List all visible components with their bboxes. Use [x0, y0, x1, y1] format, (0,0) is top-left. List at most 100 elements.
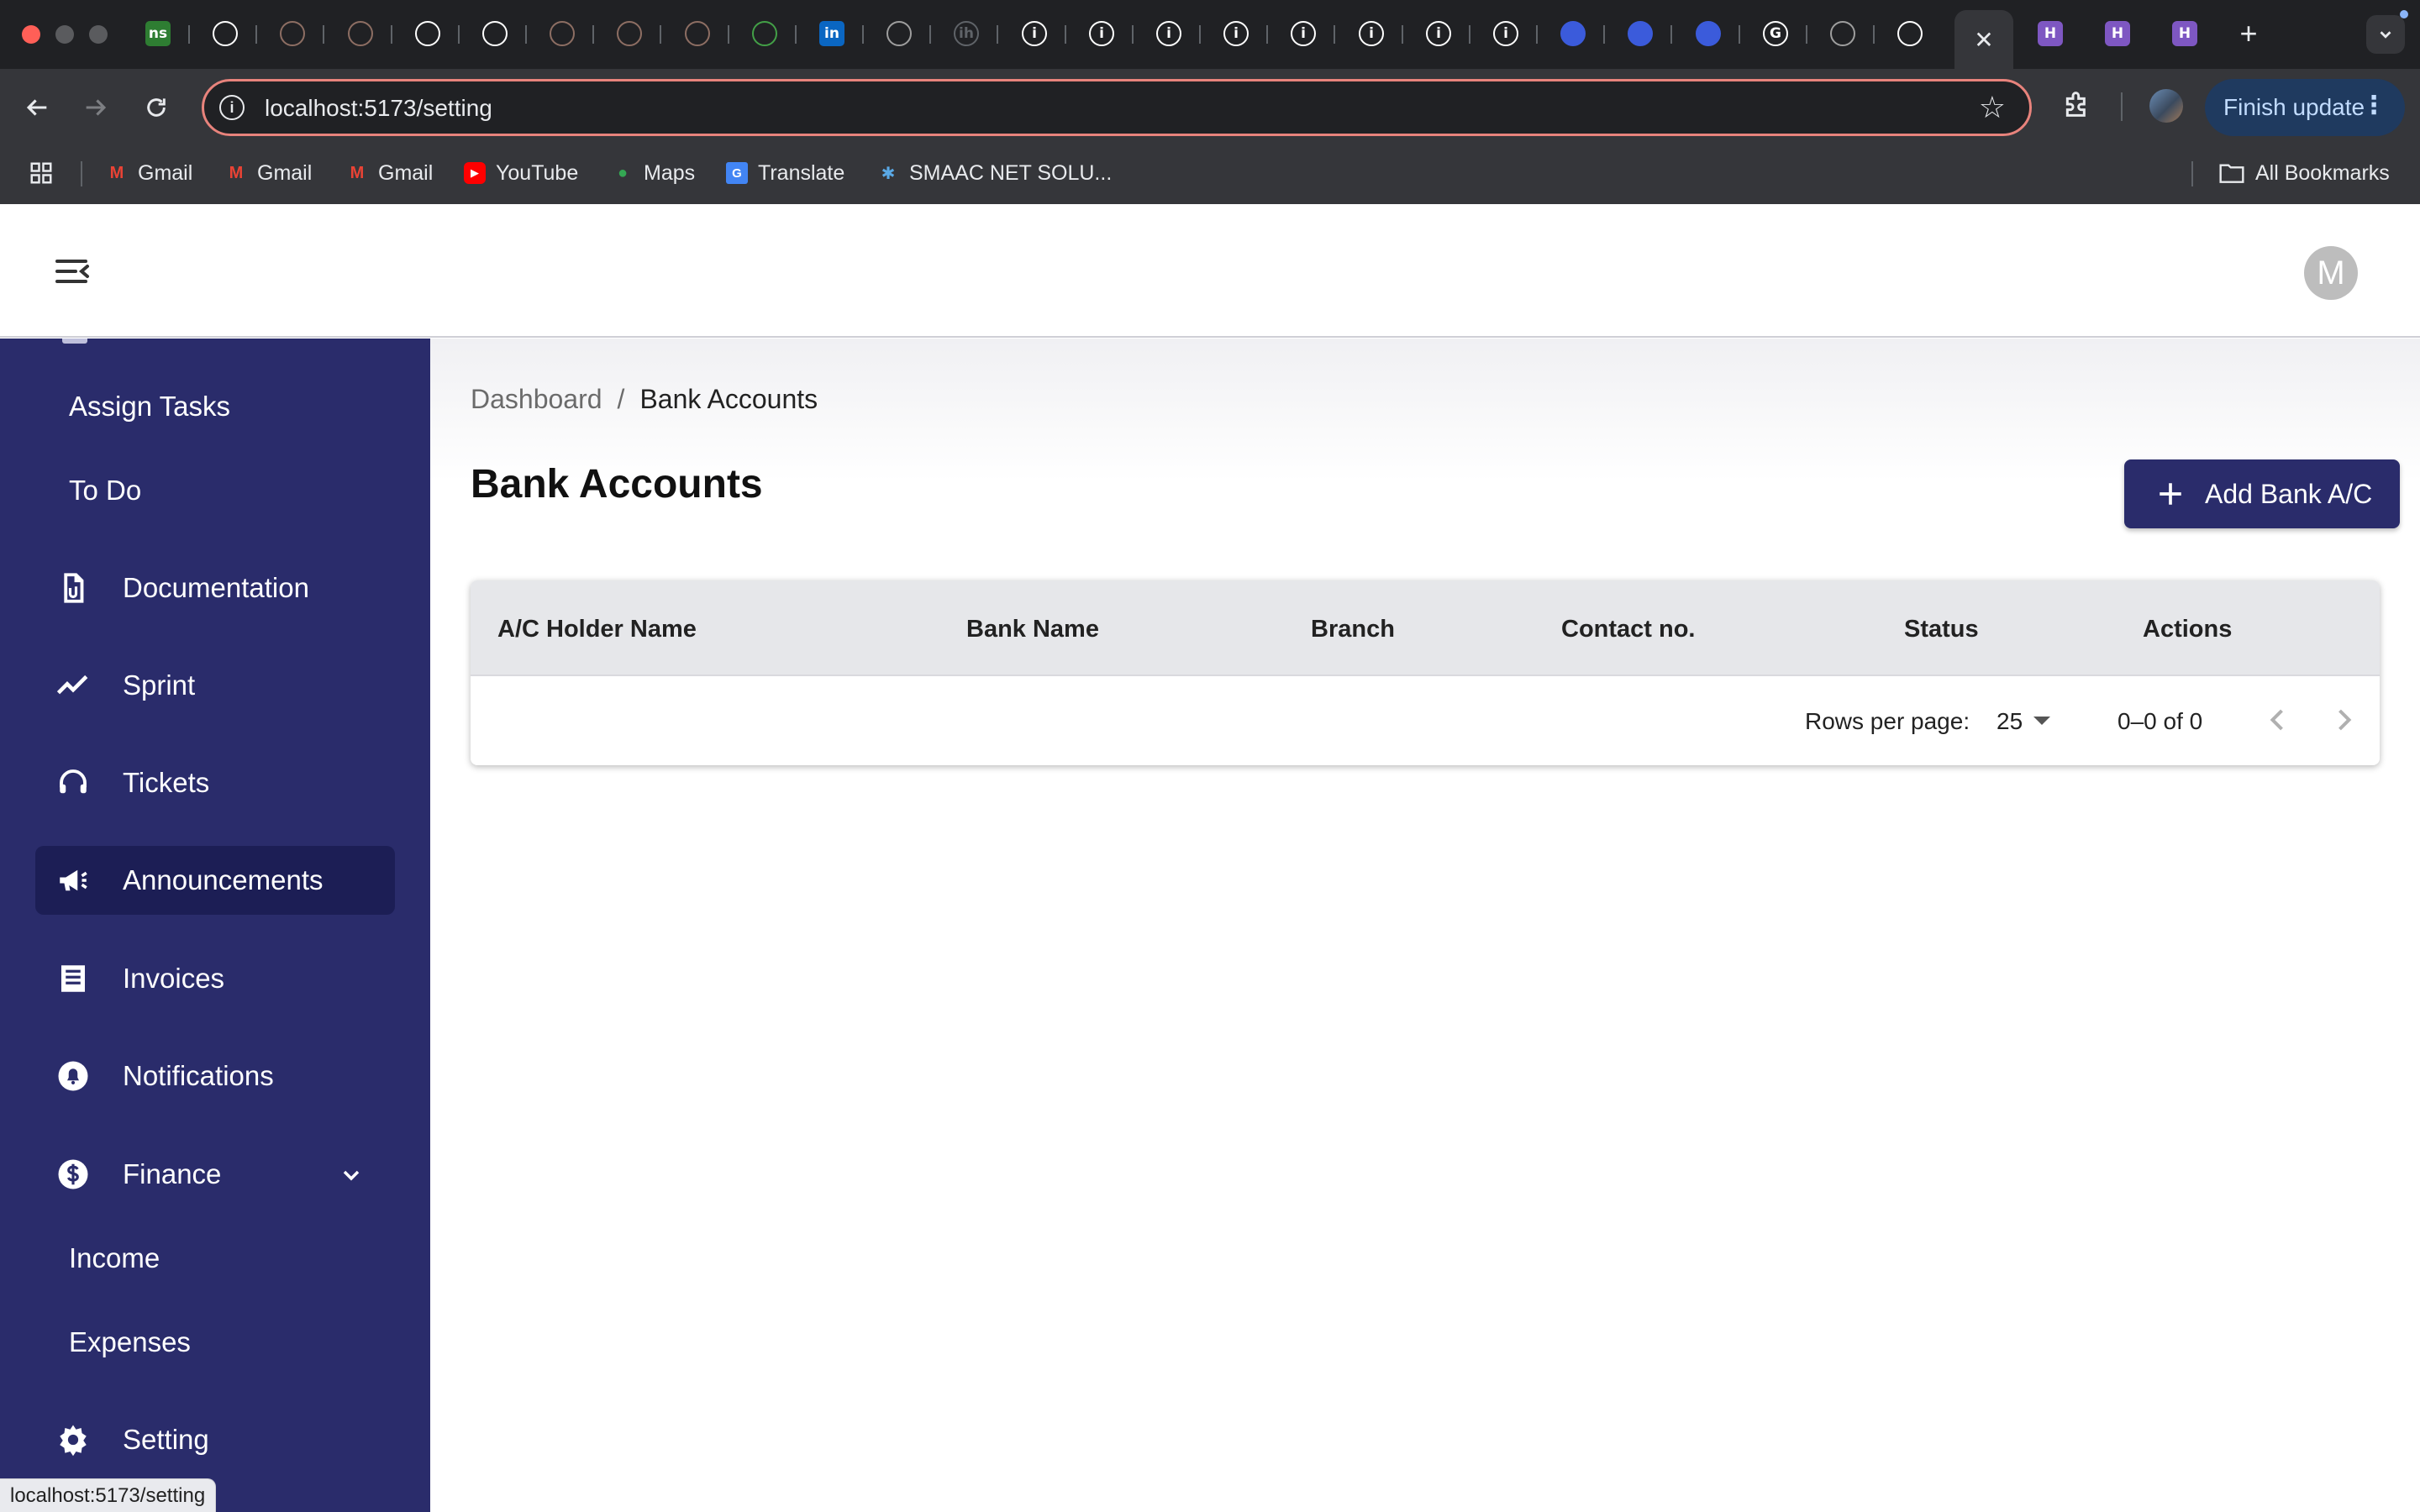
browser-tab[interactable]: i [1083, 15, 1120, 52]
browser-tab[interactable] [342, 15, 379, 52]
all-bookmarks-button[interactable]: All Bookmarks [2218, 158, 2390, 188]
browser-tab[interactable]: H [2032, 15, 2069, 52]
browser-tab[interactable] [881, 15, 918, 52]
bookmark-star-icon[interactable]: ☆ [1979, 90, 2006, 125]
browser-tab[interactable]: i [1353, 15, 1390, 52]
browser-tab[interactable] [1622, 15, 1659, 52]
rows-per-page-select[interactable]: 25 [1996, 708, 2023, 735]
browser-tab[interactable] [746, 15, 783, 52]
browser-tab[interactable] [679, 15, 716, 52]
minimize-window-button[interactable] [55, 25, 74, 44]
browser-tab[interactable]: H [2099, 15, 2136, 52]
browser-tab[interactable]: H [2166, 15, 2203, 52]
sidebar-item-notifications[interactable]: Notifications [35, 1042, 395, 1110]
column-header[interactable]: A/C Holder Name [497, 616, 697, 643]
browser-tab[interactable]: i [1285, 15, 1322, 52]
active-tab[interactable]: ✕ [1954, 10, 2013, 69]
browser-tab[interactable] [274, 15, 311, 52]
sidebar-subitem[interactable]: Income [69, 1242, 160, 1274]
sidebar-item-finance[interactable]: Finance [35, 1140, 395, 1209]
bookmark-label: Gmail [257, 160, 313, 185]
tab-divider [1469, 25, 1470, 44]
bookmark-item[interactable]: G Translate [726, 158, 844, 188]
tab-divider [1065, 25, 1066, 44]
column-header[interactable]: Contact no. [1561, 616, 1696, 643]
extensions-icon[interactable] [2060, 87, 2097, 124]
apps-grid-icon[interactable] [29, 158, 54, 188]
maximize-window-button[interactable] [89, 25, 108, 44]
avatar[interactable]: M [2304, 246, 2358, 300]
info-icon: i [1291, 21, 1316, 46]
column-header[interactable]: Status [1904, 616, 1979, 643]
sidebar-item-announcements[interactable]: Announcements [35, 846, 395, 915]
app-topbar: M [0, 204, 2420, 338]
seal-icon [280, 21, 305, 46]
sidebar-item-invoices[interactable]: Invoices [35, 944, 395, 1013]
bookmark-item[interactable]: ✱ SMAAC NET SOLU... [877, 158, 1113, 188]
link-status-bar: localhost:5173/setting [0, 1478, 217, 1512]
browser-tab[interactable] [544, 15, 581, 52]
chevron-down-icon[interactable] [338, 1162, 365, 1189]
browser-tab[interactable] [1891, 15, 1928, 52]
browser-tab[interactable] [1555, 15, 1591, 52]
tab-divider [1402, 25, 1403, 44]
sidebar-item-tickets[interactable]: Tickets [35, 748, 395, 817]
browser-tab[interactable] [409, 15, 446, 52]
browser-tab[interactable] [1824, 15, 1861, 52]
browser-tab[interactable] [476, 15, 513, 52]
reload-button[interactable] [139, 91, 173, 124]
sidebar-subitem[interactable]: To Do [69, 475, 141, 507]
tab-search-button[interactable] [2366, 15, 2405, 54]
finish-update-button[interactable]: Finish update ⋮ [2205, 79, 2405, 136]
bookmark-item[interactable]: M Gmail [106, 158, 193, 188]
new-tab-button[interactable]: + [2232, 17, 2265, 50]
bookmark-item[interactable]: M Gmail [225, 158, 313, 188]
column-header[interactable]: Actions [2143, 616, 2232, 643]
folder-icon [2219, 164, 2244, 183]
address-bar[interactable]: i localhost:5173/setting ☆ [202, 79, 2032, 136]
browser-tab[interactable]: ih [948, 15, 985, 52]
browser-tab[interactable] [611, 15, 648, 52]
forward-button[interactable] [79, 91, 113, 124]
tab-strip: ns in ih i i i i i i i i G ✕ H H H + [0, 0, 2420, 69]
sidebar-subitem[interactable]: Assign Tasks [69, 391, 230, 423]
previous-page-icon[interactable] [2259, 701, 2296, 738]
browser-tab[interactable]: i [1016, 15, 1053, 52]
sidebar-item-documentation[interactable]: Documentation [35, 554, 395, 622]
browser-tab[interactable]: i [1218, 15, 1255, 52]
column-header[interactable]: Bank Name [966, 616, 1099, 643]
close-window-button[interactable] [22, 25, 40, 44]
bookmark-item[interactable]: M Gmail [346, 158, 434, 188]
sidebar-item-label: Invoices [123, 963, 225, 994]
add-bank-account-button[interactable]: Add Bank A/C [2124, 459, 2400, 528]
browser-tab[interactable]: i [1420, 15, 1457, 52]
close-tab-icon[interactable]: ✕ [1974, 26, 1993, 54]
browser-tab[interactable] [207, 15, 244, 52]
browser-tab[interactable]: i [1487, 15, 1524, 52]
browser-tab[interactable]: in [813, 15, 850, 52]
netsuite-icon: ns [145, 21, 171, 46]
url-text[interactable]: localhost:5173/setting [265, 95, 492, 122]
caret-down-icon[interactable] [2033, 717, 2050, 725]
browser-tab[interactable]: ns [139, 15, 176, 52]
profile-avatar[interactable] [2149, 89, 2183, 123]
megaphone-icon [60, 869, 87, 891]
menu-collapse-icon[interactable] [54, 255, 91, 288]
bookmark-label: Gmail [378, 160, 434, 185]
bookmark-item[interactable]: ▶ YouTube [464, 158, 578, 188]
breadcrumb-dashboard[interactable]: Dashboard [471, 384, 602, 415]
browser-tab[interactable] [1690, 15, 1727, 52]
browser-tab[interactable]: i [1150, 15, 1187, 52]
browser-tab[interactable]: G [1757, 15, 1794, 52]
back-button[interactable] [20, 91, 54, 124]
gear-icon [60, 1425, 87, 1457]
site-info-icon[interactable]: i [219, 95, 245, 120]
bookmark-item[interactable]: ● Maps [612, 158, 695, 188]
tab-divider [728, 25, 729, 44]
column-header[interactable]: Branch [1311, 616, 1395, 643]
sidebar-subitem[interactable]: Expenses [69, 1326, 191, 1358]
sidebar-item-setting[interactable]: Setting [35, 1405, 395, 1474]
next-page-icon[interactable] [2326, 701, 2363, 738]
sidebar-item-sprint[interactable]: Sprint [35, 651, 395, 720]
github-icon [415, 21, 440, 46]
